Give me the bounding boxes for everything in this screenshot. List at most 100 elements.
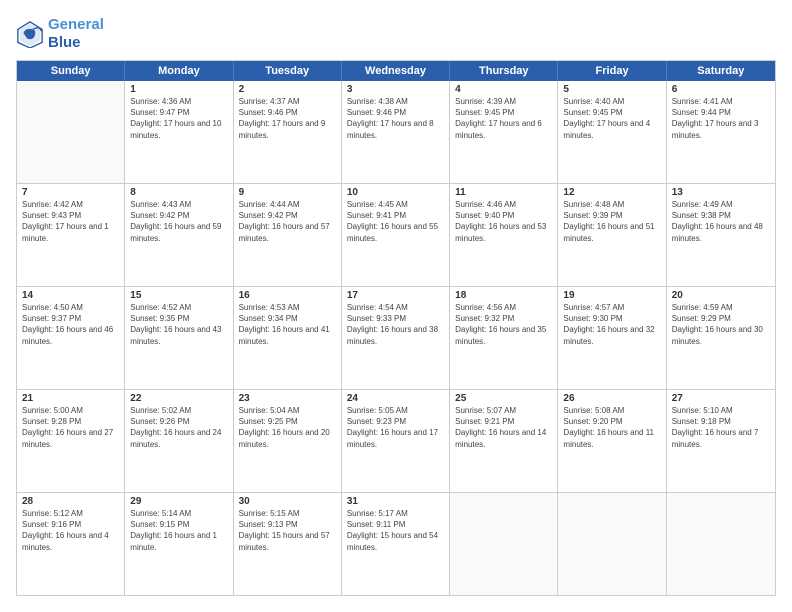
day-cell-14: 14Sunrise: 4:50 AMSunset: 9:37 PMDayligh… — [17, 287, 125, 389]
daylight-text: Daylight: 16 hours and 14 minutes. — [455, 427, 552, 449]
sunrise-text: Sunrise: 5:00 AM — [22, 405, 119, 416]
day-cell-9: 9Sunrise: 4:44 AMSunset: 9:42 PMDaylight… — [234, 184, 342, 286]
sunrise-text: Sunrise: 4:43 AM — [130, 199, 227, 210]
day-cell-30: 30Sunrise: 5:15 AMSunset: 9:13 PMDayligh… — [234, 493, 342, 595]
day-cell-2: 2Sunrise: 4:37 AMSunset: 9:46 PMDaylight… — [234, 81, 342, 183]
daylight-text: Daylight: 15 hours and 54 minutes. — [347, 530, 444, 552]
daylight-text: Daylight: 16 hours and 55 minutes. — [347, 221, 444, 243]
sunset-text: Sunset: 9:42 PM — [130, 210, 227, 221]
daylight-text: Daylight: 16 hours and 51 minutes. — [563, 221, 660, 243]
daylight-text: Daylight: 16 hours and 48 minutes. — [672, 221, 770, 243]
day-cell-4: 4Sunrise: 4:39 AMSunset: 9:45 PMDaylight… — [450, 81, 558, 183]
day-number: 8 — [130, 187, 227, 198]
day-cell-12: 12Sunrise: 4:48 AMSunset: 9:39 PMDayligh… — [558, 184, 666, 286]
day-cell-16: 16Sunrise: 4:53 AMSunset: 9:34 PMDayligh… — [234, 287, 342, 389]
daylight-text: Daylight: 17 hours and 9 minutes. — [239, 118, 336, 140]
sunrise-text: Sunrise: 4:53 AM — [239, 302, 336, 313]
day-number: 4 — [455, 84, 552, 95]
day-number: 31 — [347, 496, 444, 507]
day-cell-10: 10Sunrise: 4:45 AMSunset: 9:41 PMDayligh… — [342, 184, 450, 286]
sunrise-text: Sunrise: 5:17 AM — [347, 508, 444, 519]
sunrise-text: Sunrise: 4:46 AM — [455, 199, 552, 210]
sunset-text: Sunset: 9:45 PM — [563, 107, 660, 118]
sunset-text: Sunset: 9:18 PM — [672, 416, 770, 427]
empty-cell — [558, 493, 666, 595]
daylight-text: Daylight: 16 hours and 11 minutes. — [563, 427, 660, 449]
sunset-text: Sunset: 9:34 PM — [239, 313, 336, 324]
daylight-text: Daylight: 16 hours and 41 minutes. — [239, 324, 336, 346]
sunset-text: Sunset: 9:21 PM — [455, 416, 552, 427]
sunrise-text: Sunrise: 4:39 AM — [455, 96, 552, 107]
day-cell-3: 3Sunrise: 4:38 AMSunset: 9:46 PMDaylight… — [342, 81, 450, 183]
sunset-text: Sunset: 9:30 PM — [563, 313, 660, 324]
day-cell-1: 1Sunrise: 4:36 AMSunset: 9:47 PMDaylight… — [125, 81, 233, 183]
day-number: 28 — [22, 496, 119, 507]
daylight-text: Daylight: 16 hours and 59 minutes. — [130, 221, 227, 243]
logo: General Blue — [16, 16, 104, 52]
day-number: 25 — [455, 393, 552, 404]
sunset-text: Sunset: 9:37 PM — [22, 313, 119, 324]
day-number: 24 — [347, 393, 444, 404]
weekday-header-sunday: Sunday — [17, 61, 125, 81]
sunset-text: Sunset: 9:26 PM — [130, 416, 227, 427]
day-cell-19: 19Sunrise: 4:57 AMSunset: 9:30 PMDayligh… — [558, 287, 666, 389]
day-number: 2 — [239, 84, 336, 95]
sunset-text: Sunset: 9:28 PM — [22, 416, 119, 427]
sunset-text: Sunset: 9:46 PM — [239, 107, 336, 118]
sunrise-text: Sunrise: 4:52 AM — [130, 302, 227, 313]
daylight-text: Daylight: 17 hours and 1 minute. — [22, 221, 119, 243]
day-number: 9 — [239, 187, 336, 198]
day-number: 6 — [672, 84, 770, 95]
day-number: 17 — [347, 290, 444, 301]
daylight-text: Daylight: 16 hours and 20 minutes. — [239, 427, 336, 449]
day-number: 16 — [239, 290, 336, 301]
calendar-row-3: 14Sunrise: 4:50 AMSunset: 9:37 PMDayligh… — [17, 286, 775, 389]
sunrise-text: Sunrise: 4:41 AM — [672, 96, 770, 107]
daylight-text: Daylight: 16 hours and 30 minutes. — [672, 324, 770, 346]
sunset-text: Sunset: 9:41 PM — [347, 210, 444, 221]
daylight-text: Daylight: 17 hours and 8 minutes. — [347, 118, 444, 140]
sunrise-text: Sunrise: 4:48 AM — [563, 199, 660, 210]
logo-icon — [16, 20, 44, 48]
header: General Blue — [16, 16, 776, 52]
day-number: 27 — [672, 393, 770, 404]
daylight-text: Daylight: 16 hours and 7 minutes. — [672, 427, 770, 449]
sunrise-text: Sunrise: 5:08 AM — [563, 405, 660, 416]
sunrise-text: Sunrise: 5:12 AM — [22, 508, 119, 519]
sunset-text: Sunset: 9:35 PM — [130, 313, 227, 324]
sunset-text: Sunset: 9:43 PM — [22, 210, 119, 221]
day-number: 20 — [672, 290, 770, 301]
sunrise-text: Sunrise: 5:10 AM — [672, 405, 770, 416]
sunset-text: Sunset: 9:15 PM — [130, 519, 227, 530]
day-cell-21: 21Sunrise: 5:00 AMSunset: 9:28 PMDayligh… — [17, 390, 125, 492]
day-cell-23: 23Sunrise: 5:04 AMSunset: 9:25 PMDayligh… — [234, 390, 342, 492]
daylight-text: Daylight: 17 hours and 6 minutes. — [455, 118, 552, 140]
daylight-text: Daylight: 16 hours and 35 minutes. — [455, 324, 552, 346]
sunset-text: Sunset: 9:42 PM — [239, 210, 336, 221]
daylight-text: Daylight: 16 hours and 24 minutes. — [130, 427, 227, 449]
sunrise-text: Sunrise: 4:57 AM — [563, 302, 660, 313]
day-cell-7: 7Sunrise: 4:42 AMSunset: 9:43 PMDaylight… — [17, 184, 125, 286]
daylight-text: Daylight: 17 hours and 10 minutes. — [130, 118, 227, 140]
daylight-text: Daylight: 16 hours and 17 minutes. — [347, 427, 444, 449]
daylight-text: Daylight: 16 hours and 32 minutes. — [563, 324, 660, 346]
sunset-text: Sunset: 9:40 PM — [455, 210, 552, 221]
calendar-body: 1Sunrise: 4:36 AMSunset: 9:47 PMDaylight… — [17, 81, 775, 595]
day-number: 10 — [347, 187, 444, 198]
sunrise-text: Sunrise: 5:04 AM — [239, 405, 336, 416]
sunset-text: Sunset: 9:47 PM — [130, 107, 227, 118]
sunrise-text: Sunrise: 4:59 AM — [672, 302, 770, 313]
day-cell-20: 20Sunrise: 4:59 AMSunset: 9:29 PMDayligh… — [667, 287, 775, 389]
daylight-text: Daylight: 16 hours and 53 minutes. — [455, 221, 552, 243]
sunrise-text: Sunrise: 4:54 AM — [347, 302, 444, 313]
calendar-row-1: 1Sunrise: 4:36 AMSunset: 9:47 PMDaylight… — [17, 81, 775, 183]
daylight-text: Daylight: 17 hours and 4 minutes. — [563, 118, 660, 140]
calendar-row-5: 28Sunrise: 5:12 AMSunset: 9:16 PM Dayligh… — [17, 492, 775, 595]
sunset-text: Sunset: 9:11 PM — [347, 519, 444, 530]
sunset-text: Sunset: 9:16 PM — [22, 519, 119, 530]
sunrise-text: Sunrise: 5:05 AM — [347, 405, 444, 416]
sunrise-text: Sunrise: 4:40 AM — [563, 96, 660, 107]
day-cell-28: 28Sunrise: 5:12 AMSunset: 9:16 PMDayligh… — [17, 493, 125, 595]
day-number: 7 — [22, 187, 119, 198]
sunrise-text: Sunrise: 4:36 AM — [130, 96, 227, 107]
